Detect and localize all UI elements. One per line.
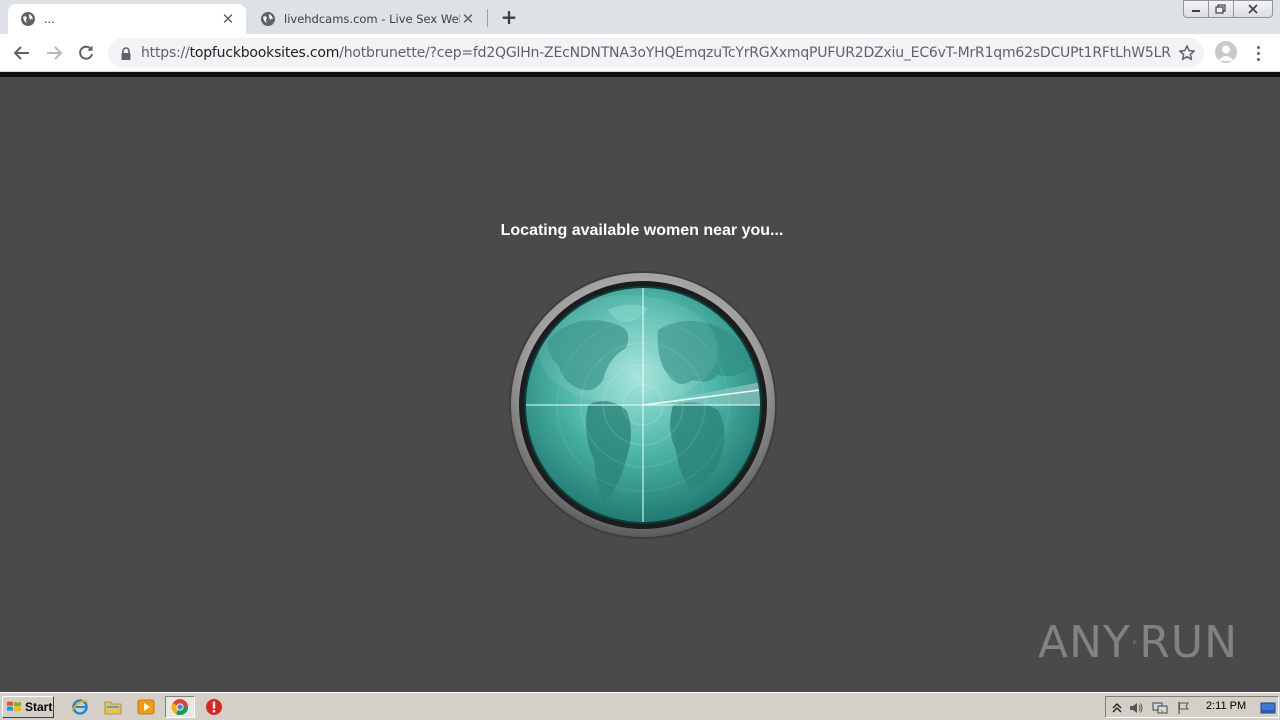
action-center-flag-icon[interactable] bbox=[1176, 700, 1192, 716]
page-content: Locating available women near you... ANY… bbox=[0, 72, 1280, 692]
radar-globe-icon bbox=[509, 271, 777, 539]
window-restore-button[interactable] bbox=[1208, 0, 1234, 18]
start-button[interactable]: Start bbox=[2, 696, 54, 718]
stop-sign-icon[interactable] bbox=[204, 697, 224, 717]
taskbar-clock: 2:11 PM bbox=[1206, 700, 1247, 712]
locating-status-text: Locating available women near you... bbox=[500, 222, 784, 239]
watermark-run-text: RUN bbox=[1139, 616, 1238, 668]
tray-expand-icon[interactable] bbox=[1109, 700, 1125, 716]
media-player-icon[interactable] bbox=[136, 697, 156, 717]
browser-toolbar: https://topfuckbooksites.com/hotbrunette… bbox=[0, 34, 1280, 72]
play-logo-icon bbox=[1133, 639, 1138, 645]
windows-logo-icon bbox=[7, 701, 21, 712]
tab-title: livehdcams.com - Live Sex Web Cam bbox=[284, 12, 460, 26]
url-host: topfuckbooksites.com bbox=[189, 45, 340, 61]
network-icon[interactable] bbox=[1152, 700, 1168, 716]
globe-icon bbox=[260, 11, 276, 27]
show-desktop-icon[interactable] bbox=[1260, 700, 1276, 716]
tab-active[interactable]: ... ✕ bbox=[8, 4, 246, 34]
browser-menu-icon[interactable] bbox=[1250, 42, 1266, 64]
start-label: Start bbox=[25, 700, 53, 714]
file-explorer-icon[interactable] bbox=[103, 697, 123, 717]
reload-icon[interactable] bbox=[74, 41, 98, 65]
window-close-button[interactable] bbox=[1233, 0, 1273, 18]
taskbar: Start 2:11 PM bbox=[0, 692, 1280, 720]
tab-close-icon[interactable]: ✕ bbox=[220, 10, 236, 28]
internet-explorer-icon[interactable] bbox=[70, 697, 90, 717]
globe-icon bbox=[20, 11, 36, 27]
bookmark-star-icon[interactable] bbox=[1178, 44, 1196, 62]
anyrun-watermark: ANY RUN bbox=[1038, 607, 1238, 677]
window-minimize-button[interactable] bbox=[1183, 0, 1209, 18]
tab-title: ... bbox=[44, 12, 55, 26]
address-bar[interactable]: https://topfuckbooksites.com/hotbrunette… bbox=[108, 38, 1204, 68]
system-tray: 2:11 PM bbox=[1105, 696, 1279, 718]
tab-close-icon[interactable]: ✕ bbox=[460, 10, 476, 28]
page-top-bar bbox=[0, 72, 1280, 77]
profile-avatar-icon[interactable] bbox=[1215, 41, 1237, 63]
back-arrow-icon[interactable] bbox=[10, 41, 34, 65]
lock-icon bbox=[120, 46, 132, 60]
tab-livehdcams[interactable]: livehdcams.com - Live Sex Web Cam ✕ bbox=[248, 4, 486, 34]
tab-separator bbox=[487, 9, 488, 27]
url-scheme: https:// bbox=[141, 45, 190, 61]
tab-strip: ... ✕ livehdcams.com - Live Sex Web Cam … bbox=[0, 0, 1280, 34]
forward-arrow-icon[interactable] bbox=[42, 41, 66, 65]
url-text: https://topfuckbooksites.com/hotbrunette… bbox=[141, 45, 1171, 61]
url-path: /hotbrunette/?cep=fd2QGlHn-ZEcNDNTNA3oYH… bbox=[339, 45, 1171, 61]
watermark-any-text: ANY bbox=[1038, 616, 1131, 668]
new-tab-button[interactable]: + bbox=[498, 5, 520, 29]
chrome-taskbar-icon[interactable] bbox=[165, 696, 195, 718]
volume-icon[interactable] bbox=[1128, 700, 1144, 716]
